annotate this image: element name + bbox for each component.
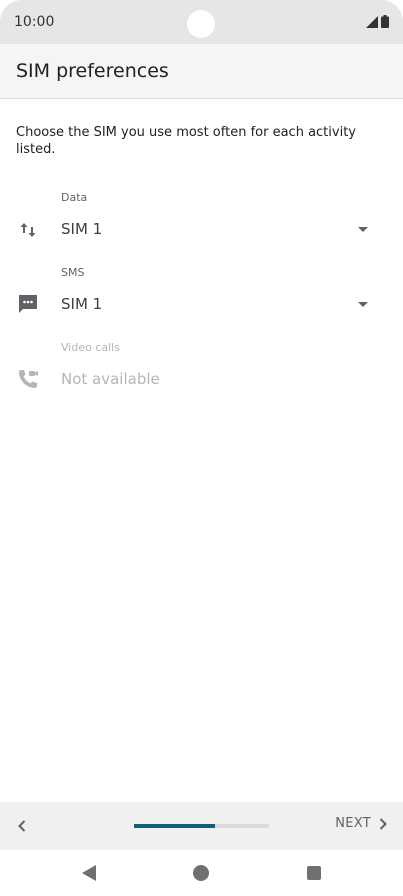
preference-row-sms[interactable]: SMS SIM 1	[0, 261, 403, 327]
system-icons	[366, 15, 389, 28]
battery-icon	[381, 15, 389, 28]
preference-row-data[interactable]: Data SIM 1	[0, 186, 403, 252]
camera-cutout	[187, 10, 215, 38]
next-button-label: NEXT	[335, 816, 371, 831]
description-text: Choose the SIM you use most often for ea…	[16, 125, 356, 157]
navigation-bar	[0, 850, 403, 896]
preference-value: Not available	[61, 370, 160, 388]
app-bar: SIM preferences	[0, 44, 403, 99]
sms-icon	[19, 295, 37, 313]
nav-recents-icon[interactable]	[307, 866, 321, 880]
preference-value: SIM 1	[61, 220, 103, 238]
data-transfer-icon	[20, 223, 36, 237]
dropdown-arrow-icon[interactable]	[356, 222, 370, 236]
progress-fill	[134, 824, 215, 828]
preference-label: Data	[61, 191, 88, 204]
status-bar: 10:00	[0, 0, 403, 44]
next-button[interactable]: NEXT	[335, 816, 389, 831]
status-time: 10:00	[14, 14, 55, 30]
preference-label: SMS	[61, 266, 85, 279]
signal-icon	[366, 15, 378, 28]
preference-row-video-calls: Video calls Not available	[0, 336, 403, 402]
dropdown-arrow-icon[interactable]	[356, 297, 370, 311]
setup-bottom-bar: NEXT	[0, 802, 403, 850]
chevron-left-icon[interactable]	[12, 816, 32, 836]
page-title: SIM preferences	[16, 60, 169, 82]
nav-home-icon[interactable]	[193, 865, 209, 881]
progress-bar	[134, 824, 269, 828]
chevron-right-icon	[379, 817, 387, 830]
preference-value: SIM 1	[61, 295, 103, 313]
video-call-icon	[19, 370, 38, 388]
preference-label: Video calls	[61, 341, 120, 354]
nav-back-icon[interactable]	[81, 865, 97, 881]
